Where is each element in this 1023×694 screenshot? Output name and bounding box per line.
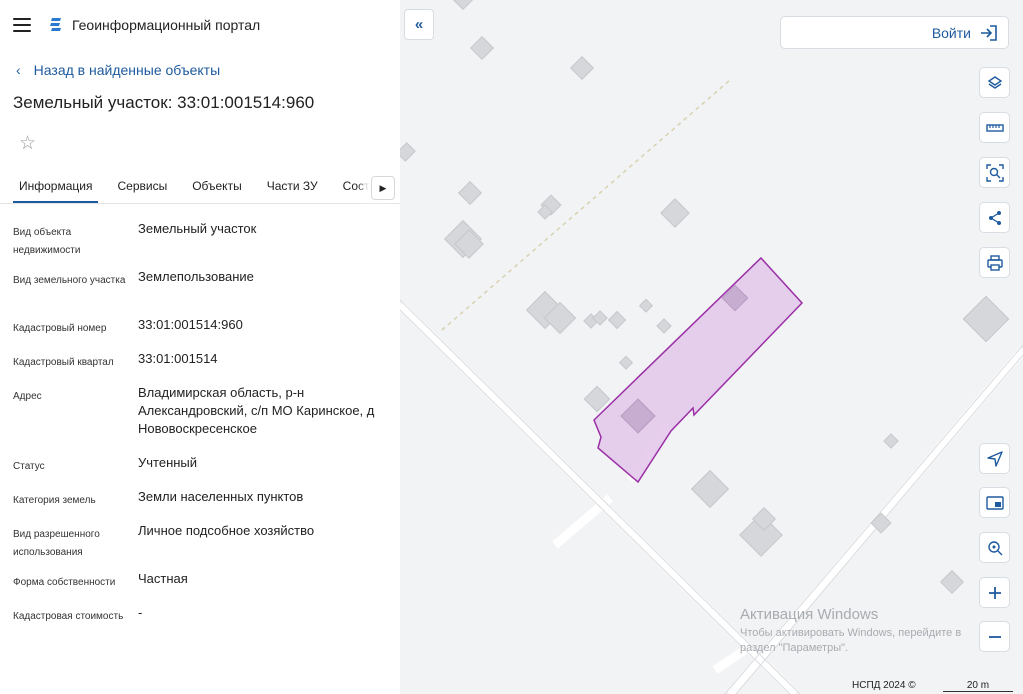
tab-parts[interactable]: Части ЗУ	[267, 172, 318, 203]
chevron-right-icon: ▶	[379, 182, 387, 193]
zoom-out-button[interactable]	[979, 621, 1010, 652]
property-label: Кадастровый номер	[13, 323, 107, 334]
zoom-in-button[interactable]	[979, 577, 1010, 608]
area-search-button[interactable]	[979, 157, 1010, 188]
map-layer	[400, 0, 1023, 694]
print-button[interactable]	[979, 247, 1010, 278]
portal-logo-icon	[50, 18, 61, 31]
layers-icon	[987, 75, 1002, 89]
tab-services[interactable]: Сервисы	[117, 172, 167, 203]
property-label: Статус	[13, 461, 45, 472]
share-button[interactable]	[979, 202, 1010, 233]
property-label: Адрес	[13, 391, 42, 402]
watermark-line-1: Чтобы активировать Windows, перейдите в	[740, 627, 962, 639]
favorite-star-icon[interactable]: ☆	[19, 134, 39, 154]
tabs-scroll-right-button[interactable]: ▶	[371, 176, 395, 200]
watermark-line-2: раздел "Параметры".	[740, 642, 849, 654]
property-label: Вид земельного участка	[13, 275, 126, 286]
share-icon	[988, 210, 1001, 225]
property-value: Учтенный	[138, 455, 198, 470]
property-value: Землепользование	[138, 269, 254, 284]
property-label: Кадастровая стоимость	[13, 611, 124, 622]
app-title: Геоинформационный портал	[72, 17, 261, 33]
plus-icon	[988, 586, 1001, 599]
tab-objects[interactable]: Объекты	[192, 172, 242, 203]
property-row: Вид земельного участка Землепользование	[0, 268, 400, 316]
property-value: Личное подсобное хозяйство	[138, 523, 315, 538]
double-chevron-left-icon: «	[414, 16, 424, 33]
collapse-panel-button[interactable]: «	[404, 9, 434, 40]
area-search-icon	[985, 163, 1004, 182]
info-panel: Геоинформационный портал ‹ Назад в найде…	[0, 0, 400, 694]
property-value: 33:01:001514:960	[138, 317, 243, 332]
property-row: Вид объекта недвижимости Земельный участ…	[0, 220, 400, 268]
property-row: Кадастровая стоимость -	[0, 604, 400, 652]
menu-icon[interactable]	[13, 18, 31, 32]
property-value: -	[138, 605, 143, 620]
my-location-button[interactable]	[979, 443, 1010, 474]
tab-bar: Информация Сервисы Объекты Части ЗУ Сост…	[0, 172, 400, 204]
navigation-arrow-icon	[986, 450, 1003, 467]
minimap-button[interactable]	[979, 487, 1010, 518]
find-location-button[interactable]	[979, 532, 1010, 563]
print-icon	[986, 254, 1003, 271]
object-title: Земельный участок: 33:01:001514:960	[13, 93, 315, 112]
property-list: Вид объекта недвижимости Земельный участ…	[0, 220, 400, 652]
back-link[interactable]: ‹ Назад в найденные объекты	[0, 50, 400, 90]
property-row: Кадастровый номер 33:01:001514:960	[0, 316, 400, 350]
property-value: 33:01:001514	[138, 351, 218, 366]
property-label: Вид разрешенного использования	[13, 529, 100, 558]
property-value: Земли населенных пунктов	[138, 489, 304, 504]
location-search-icon	[987, 540, 1002, 555]
ruler-button[interactable]	[979, 112, 1010, 143]
property-row: Статус Учтенный	[0, 454, 400, 488]
property-row: Вид разрешенного использования Личное по…	[0, 522, 400, 570]
property-label: Кадастровый квартал	[13, 357, 114, 368]
property-value: Земельный участок	[138, 221, 257, 236]
panel-header: Геоинформационный портал	[0, 0, 400, 50]
map-credit: НСПД 2024 ©	[852, 680, 916, 691]
property-label: Вид объекта недвижимости	[13, 227, 81, 256]
minimap-icon	[985, 495, 1004, 510]
property-label: Форма собственности	[13, 577, 116, 588]
ruler-icon	[985, 123, 1004, 132]
chevron-left-icon: ‹	[16, 62, 21, 78]
windows-activation-watermark: Активация Windows Чтобы активировать Win…	[740, 606, 961, 656]
property-label: Категория земель	[13, 495, 96, 506]
login-icon	[981, 24, 997, 41]
login-button[interactable]: Войти	[780, 16, 1009, 49]
back-link-label: Назад в найденные объекты	[33, 62, 221, 78]
dashed-boundary	[441, 79, 731, 331]
scale-bar: 20 m	[943, 680, 1013, 692]
minus-icon	[988, 635, 1001, 638]
property-row: Кадастровый квартал 33:01:001514	[0, 350, 400, 384]
map-canvas[interactable]: Активация Windows Чтобы активировать Win…	[400, 0, 1023, 694]
property-row: Форма собственности Частная	[0, 570, 400, 604]
watermark-title: Активация Windows	[740, 606, 879, 623]
layers-button[interactable]	[979, 67, 1010, 98]
property-row: Категория земель Земли населенных пункто…	[0, 488, 400, 522]
tab-information[interactable]: Информация	[13, 172, 99, 203]
login-label: Войти	[931, 24, 971, 41]
property-row: Адрес Владимирская область, р-н Александ…	[0, 384, 400, 454]
buildings	[400, 0, 1010, 595]
property-value: Частная	[138, 571, 188, 586]
property-value: Владимирская область, р-н Александровски…	[138, 385, 375, 436]
land-parcel[interactable]	[593, 256, 804, 484]
